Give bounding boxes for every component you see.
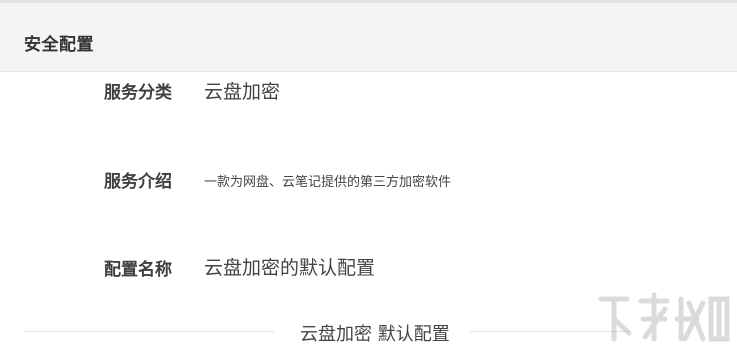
divider-line-left (24, 331, 274, 332)
field-value: 一款为网盘、云笔记提供的第三方加密软件 (204, 175, 452, 190)
page-title: 安全配置 (24, 35, 94, 55)
field-label: 服务介绍 (104, 172, 172, 192)
field-value: 云盘加密的默认配置 (204, 257, 376, 279)
field-label: 配置名称 (104, 260, 172, 280)
header-bar: 安全配置 (0, 0, 737, 72)
field-value: 云盘加密 (204, 81, 281, 103)
watermark-logo-icon (598, 292, 730, 342)
field-label: 服务分类 (104, 83, 172, 103)
section-divider-label: 云盘加密 默认配置 (300, 324, 450, 345)
